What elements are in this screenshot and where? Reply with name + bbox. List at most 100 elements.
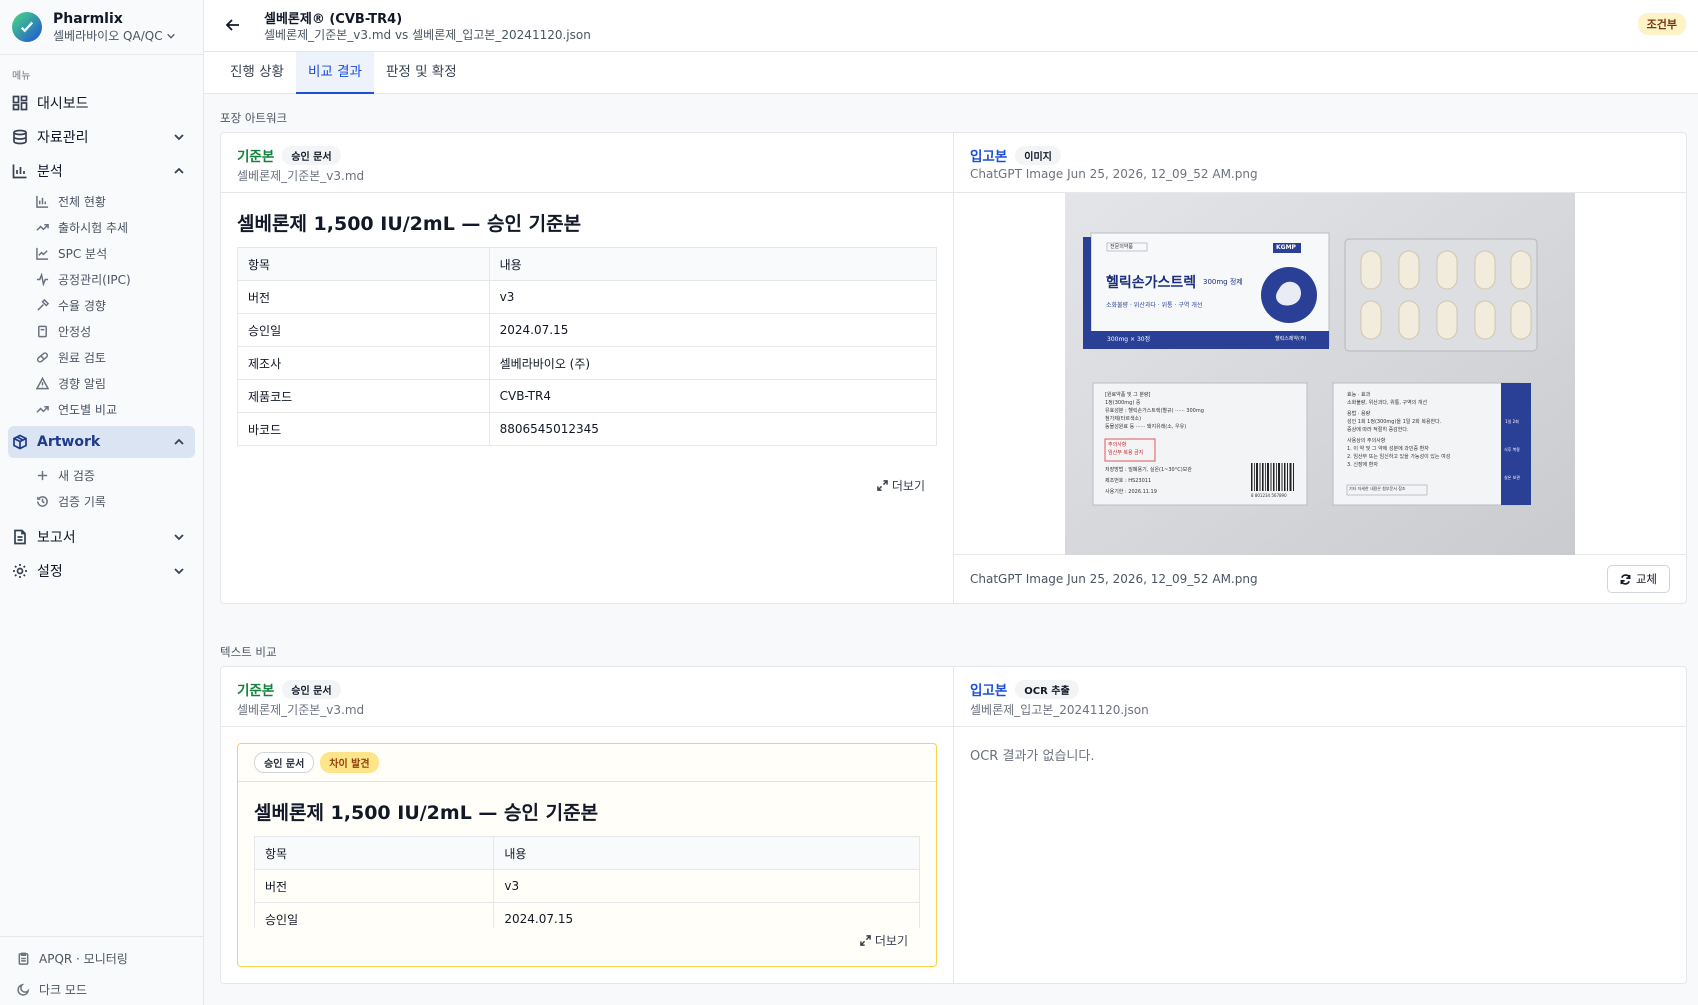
diff-card: 승인 문서 차이 발견 셀베론제 1,500 IU/2mL — 승인 기준본 항… [237, 743, 937, 967]
reference-label: 기준본 [237, 683, 275, 699]
sidebar-subitem-label: 출하시험 추세 [58, 220, 129, 235]
sidebar-subitem-ipc[interactable]: 공정관리(IPC) [0, 266, 203, 292]
back-button[interactable] [224, 16, 244, 36]
expand-icon [860, 935, 871, 946]
dark-mode-toggle[interactable]: 다크 모드 [0, 974, 203, 1005]
chevron-down-icon [173, 131, 185, 143]
sidebar-subitem-label: 연도별 비교 [58, 402, 118, 417]
moon-icon [17, 983, 30, 996]
artwork-image-container: 전문의약품 헬릭손가스트렉 300mg 정제 소화불량 · 위산과다 · 위통 … [954, 193, 1686, 555]
sidebar-item-artwork[interactable]: Artwork [8, 426, 195, 458]
table-row: 제조사 셀베라바이오 (주) [237, 346, 938, 380]
tab-comparison[interactable]: 비교 결과 [295, 52, 374, 94]
sidebar-item-analysis[interactable]: 분석 [0, 154, 203, 188]
sidebar-subitem-overview[interactable]: 전체 현황 [0, 188, 203, 214]
photo-text: 첨가제(타르색소) [1105, 416, 1142, 422]
photo-text: [원료약품 및 그 분량] [1105, 392, 1151, 398]
section-label-text: 텍스트 비교 [220, 645, 277, 659]
incoming-label: 입고본 [970, 683, 1008, 699]
photo-text: 식후 복용 [1504, 447, 1520, 452]
photo-text: 2026.11.19 [1128, 489, 1157, 495]
reference-header: 기준본 승인 문서 셀베론제_기준본_v3.md [221, 133, 953, 193]
activity-icon [36, 272, 49, 286]
sidebar-subitem-yield[interactable]: 수율 경향 [0, 292, 203, 318]
reference-label: 기준본 [237, 149, 275, 165]
approved-doc-chip: 승인 문서 [282, 145, 341, 165]
photo-text: 기타 자세한 내용은 첨부문서 참조 [1349, 486, 1406, 491]
photo-text: 사용기한 : [1105, 489, 1127, 495]
document-heading: 셀베론제 1,500 IU/2mL — 승인 기준본 [254, 802, 599, 824]
trending-up-icon [36, 403, 49, 416]
photo-text: 실온 보관 [1504, 475, 1520, 480]
sidebar-subitem-label: 새 검증 [58, 468, 95, 483]
chevron-down-icon [173, 565, 185, 577]
database-icon [12, 129, 28, 145]
sidebar-subitem-label: SPC 분석 [58, 246, 108, 261]
table-cell: 제조사 [237, 346, 490, 380]
show-more-button[interactable]: 더보기 [860, 932, 908, 949]
tab-bar: 진행 상황 비교 결과 판정 및 확정 [204, 52, 1698, 94]
photo-text: 2. 임산부 또는 임신하고 있을 가능성이 있는 여성 [1347, 454, 1451, 460]
page-title: 셀베론제® (CVB-TR4) [264, 12, 403, 27]
table-cell: 승인일 [253, 902, 495, 928]
packaging-compare-panel: 기준본 승인 문서 셀베론제_기준본_v3.md 셀베론제 1,500 IU/2… [220, 132, 1687, 604]
gear-icon [12, 563, 28, 579]
apqr-monitoring-link[interactable]: APQR · 모니터링 [0, 943, 203, 974]
history-icon [36, 495, 49, 508]
show-more-button[interactable]: 더보기 [877, 477, 925, 494]
container-icon [36, 325, 49, 338]
sidebar-subitem-stability[interactable]: 안정성 [0, 318, 203, 344]
text-reference-body: 승인 문서 차이 발견 셀베론제 1,500 IU/2mL — 승인 기준본 항… [221, 727, 953, 983]
replace-image-button[interactable]: 교체 [1606, 565, 1670, 593]
table-row: 항목 내용 [237, 247, 938, 281]
photo-text: 주의사항 [1108, 442, 1127, 448]
photo-text: 헬릭스제약(주) [1275, 336, 1307, 342]
sidebar-subitem-label: 안정성 [58, 324, 92, 339]
arrow-left-icon [225, 19, 239, 31]
line-chart-icon [36, 247, 49, 260]
sidebar-subitem-release-trend[interactable]: 출하시험 추세 [0, 214, 203, 240]
org-switcher[interactable]: 셀베라바이오 QA/QC [53, 28, 176, 44]
photo-text: KGMP [1276, 244, 1296, 251]
table-cell: 버전 [237, 280, 490, 314]
app-logo-icon [12, 12, 42, 42]
brand[interactable]: Pharmlix 셀베라바이오 QA/QC [0, 0, 203, 55]
sidebar-item-reports[interactable]: 보고서 [0, 520, 203, 554]
sidebar-item-label: 보고서 [37, 530, 76, 546]
sidebar-subitem-history[interactable]: 검증 기록 [0, 488, 203, 514]
sidebar-item-label: 설정 [37, 564, 63, 580]
reference-file-name: 셀베론제_기준본_v3.md [237, 703, 365, 717]
table-row: 제품코드 CVB-TR4 [237, 379, 938, 413]
replace-image-label: 교체 [1635, 572, 1657, 586]
dashboard-icon [12, 95, 28, 111]
ocr-chip: OCR 추출 [1015, 679, 1079, 699]
dark-mode-label: 다크 모드 [39, 983, 87, 997]
status-badge: 조건부 [1637, 13, 1686, 35]
sidebar-subitem-new-check[interactable]: 새 검증 [0, 462, 203, 488]
page-subtitle: 셀베론제_기준본_v3.md vs 셀베론제_입고본_20241120.json [264, 28, 591, 42]
table-header-cell: 항목 [253, 836, 495, 870]
sidebar-subitem-alerts[interactable]: 경향 알림 [0, 370, 203, 396]
table-row: 승인일 2024.07.15 [237, 313, 938, 347]
sidebar-subitem-yearly[interactable]: 연도별 비교 [0, 396, 203, 422]
photo-text: 300mg 정제 [1203, 278, 1243, 286]
sidebar-item-data[interactable]: 자료관리 [0, 120, 203, 154]
reference-table: 항목 내용 버전 v3 승인일 2024.07.15 제조사 셀베라바이오 (주) 제품… [237, 247, 938, 446]
page-header: 셀베론제® (CVB-TR4) 셀베론제_기준본_v3.md vs 셀베론제_입… [204, 0, 1698, 52]
sidebar-item-label: 분석 [37, 164, 63, 180]
table-cell: 바코드 [237, 412, 490, 446]
reference-file-name: 셀베론제_기준본_v3.md [237, 169, 365, 183]
clipboard-icon [17, 952, 30, 965]
chevron-down-icon [166, 33, 175, 39]
tab-verdict[interactable]: 판정 및 확정 [374, 52, 469, 94]
sidebar-subitem-material[interactable]: 원료 검토 [0, 344, 203, 370]
photo-text: 1일 2회 [1505, 419, 1519, 424]
text-incoming-column: 입고본 OCR 추출 셀베론제_입고본_20241120.json OCR 결과… [953, 667, 1686, 983]
photo-text: 유효성분 : 헬릭손가스트렉(별규) ······ 300mg [1105, 408, 1204, 414]
tab-progress[interactable]: 진행 상황 [218, 52, 296, 94]
sidebar-item-dashboard[interactable]: 대시보드 [0, 86, 203, 120]
sidebar-item-settings[interactable]: 설정 [0, 554, 203, 588]
diff-card-body[interactable]: 셀베론제 1,500 IU/2mL — 승인 기준본 항목 내용 버전 v3 승인일… [238, 782, 936, 928]
artwork-photo[interactable]: 전문의약품 헬릭손가스트렉 300mg 정제 소화불량 · 위산과다 · 위통 … [1065, 193, 1575, 555]
sidebar-subitem-spc[interactable]: SPC 분석 [0, 240, 203, 266]
